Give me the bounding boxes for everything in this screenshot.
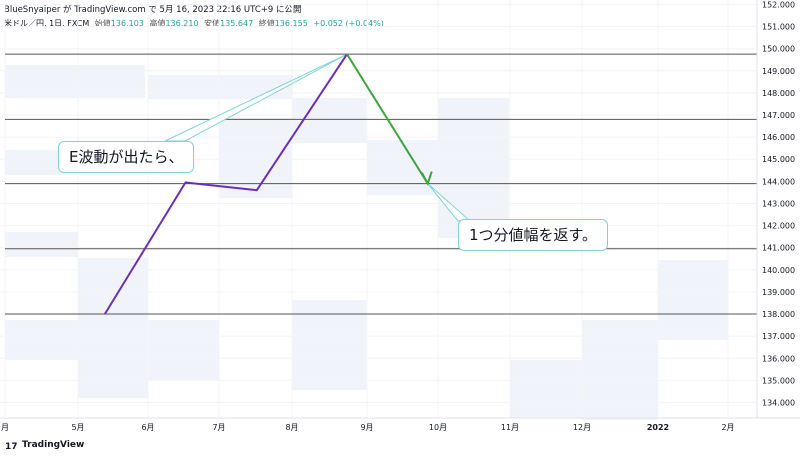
y-tick-label: 145.000 [762, 155, 795, 164]
brand-label: TradingView [22, 440, 85, 450]
y-tick-label: 137.000 [762, 332, 795, 341]
background-band [148, 75, 293, 99]
y-axis: 152.000 151.000 150.000 149.000 148.000 147.0… [756, 0, 795, 418]
background-band [5, 232, 78, 257]
x-tick-label: 6月 [141, 423, 154, 432]
y-tick-label: 138.000 [762, 310, 795, 319]
x-tick-label: 2月 [721, 423, 734, 432]
tradingview-logo-icon: 17 [5, 442, 18, 452]
background-band [292, 300, 367, 390]
y-tick-label: 151.000 [762, 23, 795, 32]
price-chart[interactable]: 152.000 151.000 150.000 149.000 148.000 147.0… [0, 0, 800, 437]
background-band [5, 150, 65, 175]
background-band [219, 118, 292, 198]
y-tick-label: 143.000 [762, 199, 795, 208]
background-band [510, 360, 582, 418]
x-tick-label: 11月 [501, 423, 519, 432]
x-tick-label: 5月 [71, 423, 84, 432]
background-band [658, 260, 728, 340]
x-tick-label: 2022 [647, 423, 669, 432]
x-tick-label: 12月 [573, 423, 591, 432]
footer: 17 TradingView [0, 437, 800, 456]
y-tick-label: 149.000 [762, 67, 795, 76]
background-band [5, 320, 78, 360]
y-tick-label: 142.000 [762, 222, 795, 231]
y-tick-label: 136.000 [762, 354, 795, 363]
y-tick-label: 146.000 [762, 133, 795, 142]
background-band [367, 140, 438, 195]
y-tick-label: 134.000 [762, 399, 795, 408]
y-tick-label: 148.000 [762, 89, 795, 98]
x-axis: 月 5月 6月 7月 8月 9月 10月 11月 12月 2022 2月 [0, 417, 800, 432]
y-tick-label: 139.000 [762, 288, 795, 297]
background-band [148, 320, 219, 380]
y-tick-label: 141.000 [762, 244, 795, 253]
x-tick-label: 7月 [212, 423, 225, 432]
callout-wave: E波動が出たら、 [58, 141, 195, 173]
y-tick-label: 144.000 [762, 177, 795, 186]
background-band [78, 258, 148, 398]
y-tick-label: 135.000 [762, 376, 795, 385]
callout-retrace: 1つ分値幅を返す。 [458, 219, 609, 251]
x-tick-label: 8月 [285, 423, 298, 432]
y-tick-label: 150.000 [762, 45, 795, 54]
x-tick-label: 10月 [429, 423, 447, 432]
y-tick-label: 152.000 [762, 0, 795, 9]
x-tick-label: 9月 [360, 423, 373, 432]
y-tick-label: 140.000 [762, 266, 795, 275]
y-tick-label: 147.000 [762, 111, 795, 120]
background-band [582, 320, 658, 420]
x-tick-label: 月 [1, 423, 9, 432]
